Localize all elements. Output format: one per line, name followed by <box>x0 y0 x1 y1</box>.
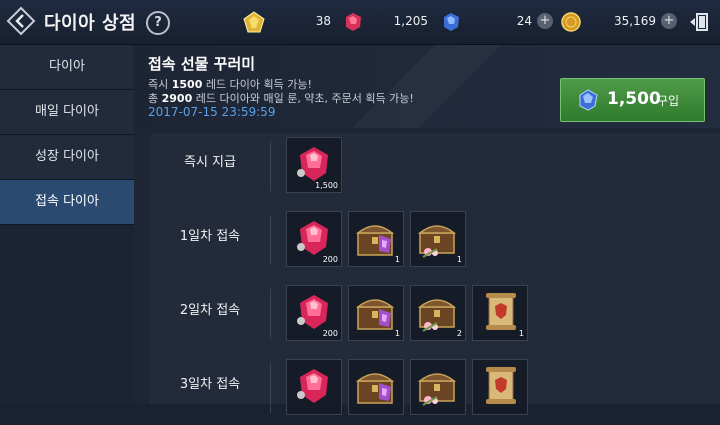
package-title: 접속 선물 꾸러미 <box>148 55 256 73</box>
currency-red-diamond: 1,205 <box>342 11 430 33</box>
reward-item-slot[interactable]: 200 <box>286 285 342 341</box>
red-diamond-icon <box>297 295 328 329</box>
reward-row: 2일차 접속 200 1 2 1 <box>150 281 720 351</box>
page-title: 다이아 상점 <box>44 13 137 34</box>
rune-chest-icon <box>357 225 393 256</box>
reward-item-slot[interactable]: 1 <box>472 285 528 341</box>
buy-price: 1,500 <box>607 89 661 109</box>
blue-diamond-icon <box>444 13 459 31</box>
reward-quantity: 200 <box>322 329 338 338</box>
reward-day-label: 2일차 접속 <box>179 303 241 318</box>
row-divider <box>270 215 271 265</box>
red-diamond-icon <box>297 221 328 255</box>
buy-button[interactable]: 1,500 구입 <box>560 78 705 122</box>
red-diamond-icon <box>297 147 328 181</box>
reward-quantity: 1 <box>518 329 524 338</box>
main-panel: 접속 선물 꾸러미 즉시 1500 레드 다이아 획득 가능! 총 2900 레… <box>134 45 720 415</box>
top-bar: 다이아 상점 ? 38 1,205 24 + 35,169 + <box>0 0 720 45</box>
back-button[interactable] <box>6 6 36 36</box>
sidebar-item-diamond[interactable]: 다이아 <box>0 45 134 90</box>
row-divider <box>270 363 271 413</box>
reward-item-slot[interactable]: 1 <box>348 285 404 341</box>
reward-quantity: 2 <box>456 329 462 338</box>
red-diamond-icon <box>346 13 361 31</box>
package-header: 접속 선물 꾸러미 즉시 1500 레드 다이아 획득 가능! 총 2900 레… <box>134 45 720 128</box>
sidebar-item-login-diamond[interactable]: 접속 다이아 <box>0 180 134 225</box>
reward-day-label: 3일차 접속 <box>179 377 241 392</box>
red-diamond-count: 1,205 <box>393 14 428 28</box>
reward-row: 3일차 접속 <box>150 355 720 425</box>
sidebar-item-daily-diamond[interactable]: 매일 다이아 <box>0 90 134 135</box>
reward-quantity: 1 <box>456 255 462 264</box>
rune-chest-icon <box>357 373 393 404</box>
scroll-icon <box>485 292 517 331</box>
reward-item-slot[interactable] <box>410 359 466 415</box>
sidebar-item-growth-diamond[interactable]: 성장 다이아 <box>0 135 134 180</box>
sidebar: 다이아 매일 다이아 성장 다이아 접속 다이아 <box>0 45 134 404</box>
reward-item-slot[interactable]: 200 <box>286 211 342 267</box>
reward-quantity: 1 <box>394 255 400 264</box>
package-description-2: 총 2900 레드 다이아와 매일 룬, 약초, 주문서 획득 가능! <box>148 92 414 105</box>
blue-diamond-icon <box>579 89 598 111</box>
reward-item-slot[interactable]: 2 <box>410 285 466 341</box>
reward-list: 즉시 지급 1,500 1일차 접속 200 1 1 2일차 접속 200 1 2 1 3일차 접속 <box>150 133 720 415</box>
exit-door-icon <box>690 13 708 31</box>
herb-chest-icon <box>419 299 455 332</box>
back-arrow-icon <box>6 6 36 36</box>
reward-item-slot[interactable] <box>348 359 404 415</box>
reward-item-slot[interactable] <box>286 359 342 415</box>
reward-quantity: 1,500 <box>315 181 338 190</box>
add-blue-diamond-button[interactable]: + <box>537 13 553 29</box>
gold-coin-count: 35,169 <box>614 14 656 28</box>
currency-gold-coin: 35,169 <box>560 11 656 33</box>
herb-chest-icon <box>419 373 455 406</box>
reward-item-slot[interactable]: 1,500 <box>286 137 342 193</box>
currency-blue-diamond: 24 <box>440 11 532 33</box>
gold-gem-icon <box>243 11 265 33</box>
exit-button[interactable] <box>688 11 710 33</box>
reward-item-slot[interactable]: 1 <box>348 211 404 267</box>
row-divider <box>270 141 271 191</box>
sale-deadline: 2017-07-15 23:59:59 <box>148 105 276 119</box>
reward-day-label: 즉시 지급 <box>184 155 236 170</box>
reward-quantity: 200 <box>322 255 338 264</box>
help-button[interactable]: ? <box>146 11 170 35</box>
reward-quantity: 1 <box>394 329 400 338</box>
row-divider <box>270 289 271 339</box>
scroll-icon <box>485 366 517 405</box>
reward-row: 1일차 접속 200 1 1 <box>150 207 720 277</box>
gold-gem-count: 38 <box>315 14 331 28</box>
gold-coin-icon <box>561 12 581 32</box>
reward-row: 즉시 지급 1,500 <box>150 133 720 203</box>
currency-gold-gem: 38 <box>243 11 333 33</box>
red-diamond-icon <box>297 369 328 403</box>
herb-chest-icon <box>419 225 455 258</box>
rune-chest-icon <box>357 299 393 330</box>
reward-item-slot[interactable] <box>472 359 528 415</box>
buy-label: 구입 <box>657 94 680 108</box>
blue-diamond-count: 24 <box>516 14 532 28</box>
reward-item-slot[interactable]: 1 <box>410 211 466 267</box>
reward-day-label: 1일차 접속 <box>179 229 241 244</box>
add-gold-button[interactable]: + <box>661 13 677 29</box>
